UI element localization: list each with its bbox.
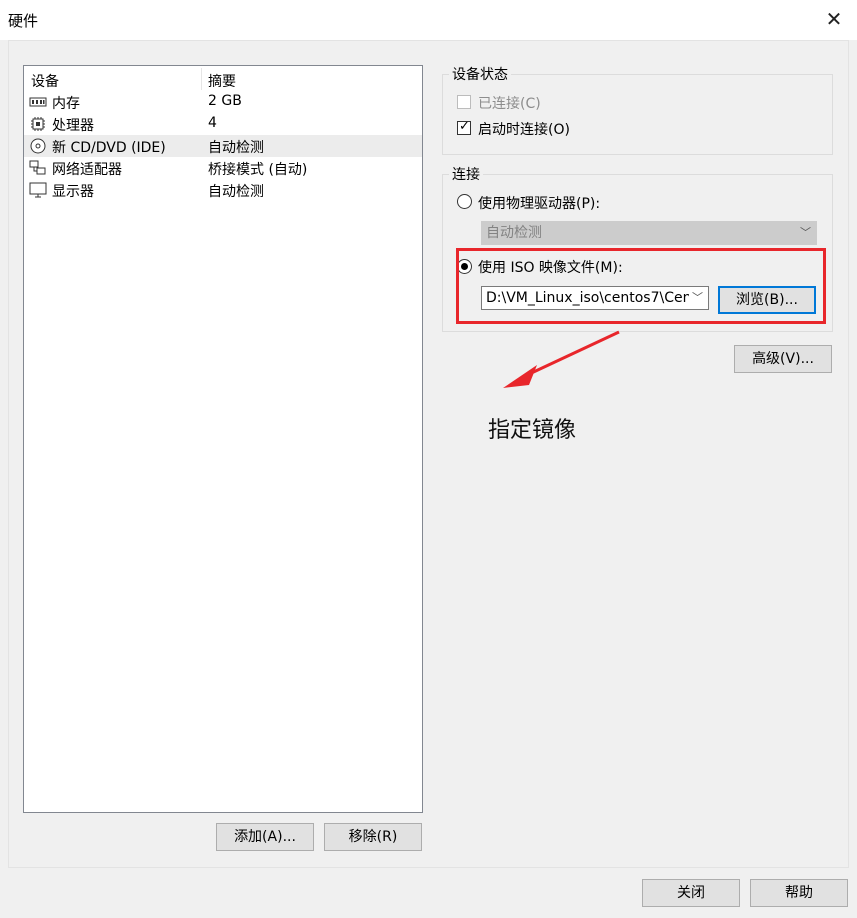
- window-title: 硬件: [8, 12, 39, 30]
- annotation-arrow-icon: [503, 330, 620, 388]
- device-summary: 桥接模式 (自动): [208, 162, 308, 178]
- device-status-legend: 设备状态: [452, 67, 508, 83]
- device-row-network[interactable]: 网络适配器 桥接模式 (自动): [24, 157, 422, 179]
- chevron-down-icon: ﹀: [800, 226, 811, 239]
- close-icon[interactable]: ✕: [819, 4, 849, 34]
- display-icon: [29, 182, 47, 198]
- help-button[interactable]: 帮助: [750, 879, 848, 907]
- column-header-device[interactable]: 设备: [31, 71, 59, 91]
- add-button[interactable]: 添加(A)...: [216, 823, 314, 851]
- cd-dvd-icon: [30, 138, 46, 154]
- title-bar: 硬件 ✕: [0, 0, 857, 40]
- device-row-display[interactable]: 显示器 自动检测: [24, 179, 422, 201]
- list-header: 设备 摘要: [24, 66, 422, 91]
- physical-drive-select[interactable]: 自动检测 ﹀: [481, 221, 817, 245]
- connected-checkbox[interactable]: [457, 95, 471, 109]
- device-name: 网络适配器: [52, 162, 122, 178]
- column-separator[interactable]: [201, 68, 202, 90]
- connect-on-start-label: 启动时连接(O): [478, 122, 570, 138]
- processor-icon: [31, 117, 45, 131]
- device-name: 新 CD/DVD (IDE): [52, 140, 166, 156]
- connect-on-start-checkbox[interactable]: ✓: [457, 119, 471, 135]
- device-row-processor[interactable]: 处理器 4: [24, 113, 422, 135]
- remove-button[interactable]: 移除(R): [324, 823, 422, 851]
- close-button[interactable]: 关闭: [642, 879, 740, 907]
- memory-icon: [29, 97, 47, 107]
- connected-label: 已连接(C): [478, 96, 541, 112]
- device-list[interactable]: 设备 摘要 内存 2 GB 处理器 4 新 CD/DVD (IDE) 自动检测: [23, 65, 423, 813]
- device-name: 处理器: [52, 118, 94, 134]
- advanced-button[interactable]: 高级(V)...: [734, 345, 832, 373]
- network-adapter-icon: [29, 160, 46, 175]
- device-row-memory[interactable]: 内存 2 GB: [24, 91, 422, 113]
- device-row-cd-dvd[interactable]: 新 CD/DVD (IDE) 自动检测: [24, 135, 422, 157]
- checkmark-icon: ✓: [459, 119, 470, 134]
- device-name: 内存: [52, 96, 80, 112]
- device-summary: 4: [208, 115, 217, 131]
- column-header-summary[interactable]: 摘要: [208, 71, 236, 91]
- device-name: 显示器: [52, 184, 94, 200]
- connection-legend: 连接: [452, 167, 480, 183]
- device-summary: 自动检测: [208, 140, 264, 156]
- physical-drive-label: 使用物理驱动器(P):: [478, 196, 601, 212]
- device-summary: 自动检测: [208, 184, 264, 200]
- physical-drive-radio[interactable]: [457, 194, 472, 209]
- physical-drive-value: 自动检测: [486, 225, 542, 241]
- annotation-text: 指定镜像: [488, 418, 577, 443]
- device-summary: 2 GB: [208, 93, 242, 109]
- annotation-highlight-box: [456, 248, 826, 324]
